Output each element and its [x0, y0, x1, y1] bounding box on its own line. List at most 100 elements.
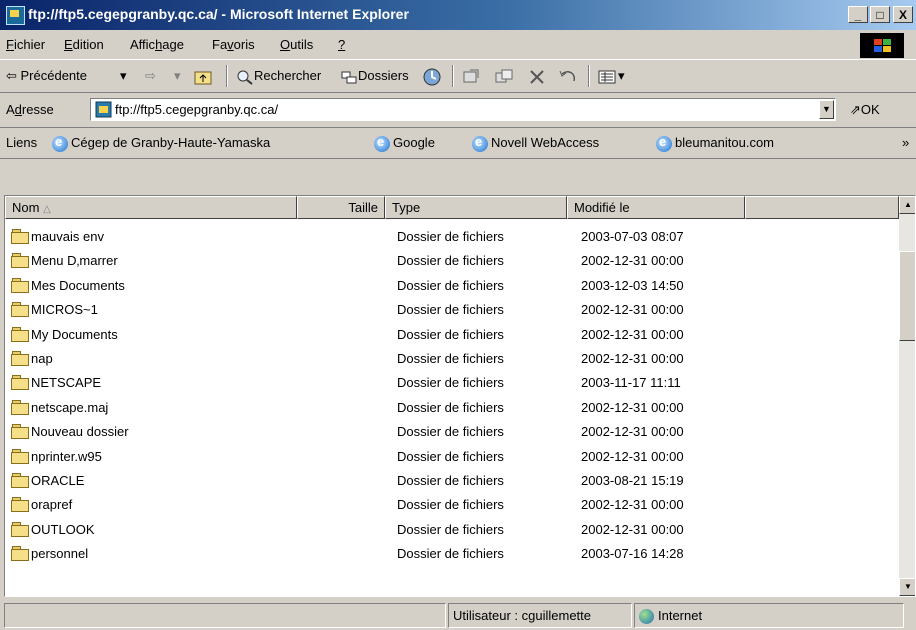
- folder-icon: [11, 351, 29, 366]
- folder-icon: [11, 326, 29, 342]
- maximize-button[interactable]: □: [870, 6, 890, 23]
- menu-help[interactable]: ?: [338, 37, 345, 52]
- copy-to-icon: [495, 69, 513, 83]
- back-dropdown[interactable]: ▾: [120, 68, 127, 84]
- window-title: ftp://ftp5.cegepgranby.qc.ca/ - Microsof…: [28, 6, 409, 22]
- search-button[interactable]: Rechercher: [236, 68, 321, 85]
- table-row[interactable]: NETSCAPE Dossier de fichiers 2003-11-17 11…: [5, 371, 899, 395]
- menu-bar: Fichier Edition Affichage Favoris Outils…: [0, 31, 916, 60]
- file-modified: 2003-08-21 15:19: [581, 473, 684, 488]
- forward-button[interactable]: ⇨: [145, 68, 156, 84]
- delete-icon: [530, 70, 544, 84]
- windows-logo-icon: [860, 33, 904, 58]
- table-row[interactable]: nap Dossier de fichiers 2002-12-31 00:00: [5, 347, 899, 371]
- links-divider: [0, 158, 916, 159]
- menu-edition[interactable]: Edition: [64, 37, 104, 52]
- table-row[interactable]: personnel Dossier de fichiers 2003-07-16 1…: [5, 542, 899, 566]
- folders-button[interactable]: Dossiers: [340, 68, 409, 85]
- vertical-scrollbar[interactable]: ▲ ▼: [899, 196, 915, 596]
- minimize-button[interactable]: _: [848, 6, 868, 23]
- links-label: Liens: [6, 135, 38, 150]
- table-row[interactable]: Menu D‚marrer Dossier de fichiers 2002-12-…: [5, 249, 899, 273]
- status-main-pane: [4, 603, 446, 628]
- menu-affichage[interactable]: Affichage: [130, 37, 184, 52]
- scroll-thumb[interactable]: [899, 251, 915, 341]
- history-button[interactable]: [422, 68, 442, 86]
- close-button[interactable]: X: [893, 6, 913, 23]
- menu-fichier[interactable]: Fichier: [6, 37, 45, 52]
- folder-icon: [11, 229, 29, 244]
- ftp-folder-icon: [95, 101, 112, 118]
- column-header-modified[interactable]: Modifié le: [567, 196, 745, 219]
- address-input[interactable]: ftp://ftp5.cegepgranby.qc.ca/: [90, 98, 836, 121]
- menu-outils[interactable]: Outils: [280, 37, 313, 52]
- links-more-chevron[interactable]: »: [902, 135, 909, 150]
- file-name: MICROS~1: [31, 302, 98, 318]
- folder-icon: [11, 448, 29, 464]
- copy-to-button[interactable]: [494, 68, 514, 86]
- file-modified: 2002-12-31 00:00: [581, 448, 684, 464]
- folder-icon: [11, 497, 29, 513]
- file-name: personnel: [31, 546, 89, 562]
- folder-icon: [11, 375, 29, 391]
- file-type: Dossier de fichiers: [397, 302, 504, 318]
- up-folder-button[interactable]: [194, 68, 212, 85]
- link-google[interactable]: Google: [374, 134, 435, 152]
- file-name: Nouveau dossier: [31, 424, 129, 440]
- link-cegep[interactable]: Cégep de Granby-Haute-Yamaska: [52, 134, 270, 152]
- ie-page-icon: [472, 134, 488, 152]
- go-button[interactable]: ⇗OK: [850, 102, 880, 118]
- ie-window-icon[interactable]: [6, 6, 25, 25]
- table-row[interactable]: mauvais env Dossier de fichiers 2003-07-03…: [5, 225, 899, 249]
- address-value: ftp://ftp5.cegepgranby.qc.ca/: [115, 102, 279, 117]
- move-to-icon: [463, 69, 479, 83]
- file-type: Dossier de fichiers: [397, 497, 504, 513]
- table-row[interactable]: nprinter.w95 Dossier de fichiers 2002-12-3…: [5, 445, 899, 469]
- file-name: ORACLE: [31, 473, 85, 488]
- forward-dropdown[interactable]: ▾: [174, 68, 181, 84]
- column-header-size[interactable]: Taille: [297, 196, 385, 219]
- table-row[interactable]: Nouveau dossier Dossier de fichiers 2002-1…: [5, 420, 899, 444]
- file-name: OUTLOOK: [31, 521, 95, 537]
- delete-button[interactable]: [528, 68, 546, 86]
- back-button[interactable]: ⇦ Précédente: [6, 68, 87, 84]
- table-row[interactable]: OUTLOOK Dossier de fichiers 2002-12-31 00:…: [5, 518, 899, 542]
- folder-icon: [11, 277, 29, 293]
- address-dropdown-button[interactable]: ▼: [819, 100, 834, 119]
- table-row[interactable]: ORACLE Dossier de fichiers 2003-08-21 15:1…: [5, 469, 899, 493]
- toolbar-separator: [588, 65, 590, 87]
- column-header-name[interactable]: Nom △: [5, 196, 297, 219]
- table-row[interactable]: My Documents Dossier de fichiers 2002-12-3…: [5, 323, 899, 347]
- file-modified: 2002-12-31 00:00: [581, 253, 684, 269]
- file-type: Dossier de fichiers: [397, 277, 504, 293]
- scroll-down-button[interactable]: ▼: [899, 578, 915, 596]
- file-modified: 2002-12-31 00:00: [581, 399, 684, 415]
- folder-icon: [11, 546, 29, 562]
- table-row[interactable]: netscape.maj Dossier de fichiers 2002-12-3…: [5, 396, 899, 420]
- column-header-type[interactable]: Type: [385, 196, 567, 219]
- go-arrow-icon: ⇗: [850, 102, 861, 117]
- status-user: Utilisateur : cguillemette: [448, 603, 632, 628]
- move-to-button[interactable]: [462, 68, 482, 86]
- address-label: Adresse: [6, 102, 54, 117]
- sort-ascending-icon: △: [43, 204, 51, 215]
- ie-page-icon: [52, 134, 68, 152]
- column-header-blank[interactable]: [745, 196, 899, 219]
- toolbar-separator: [226, 65, 228, 87]
- table-row[interactable]: Mes Documents Dossier de fichiers 2003-12-…: [5, 274, 899, 298]
- views-icon: [598, 70, 616, 84]
- undo-button[interactable]: [558, 68, 578, 86]
- toolbar-separator: [452, 65, 454, 87]
- file-modified: 2002-12-31 00:00: [581, 326, 684, 342]
- folder-icon: [11, 424, 29, 440]
- link-novell-webaccess[interactable]: Novell WebAccess: [472, 134, 599, 152]
- file-list-view[interactable]: Nom △ Taille Type Modifié le mauvais env…: [4, 195, 916, 597]
- menu-favoris[interactable]: Favoris: [212, 37, 255, 52]
- views-button[interactable]: ▾: [598, 68, 625, 85]
- scroll-up-button[interactable]: ▲: [899, 196, 915, 214]
- link-bleumanitou[interactable]: bleumanitou.com: [656, 134, 774, 152]
- table-row[interactable]: MICROS~1 Dossier de fichiers 2002-12-31 00…: [5, 298, 899, 322]
- file-type: Dossier de fichiers: [397, 326, 504, 342]
- table-row[interactable]: orapref Dossier de fichiers 2002-12-31 00:…: [5, 493, 899, 517]
- file-name: nap: [31, 351, 53, 366]
